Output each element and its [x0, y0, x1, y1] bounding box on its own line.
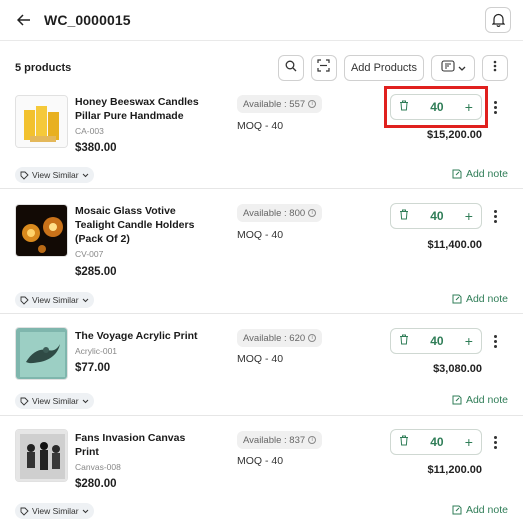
- line-total: $11,200.00: [427, 464, 482, 476]
- product-image[interactable]: [15, 95, 68, 148]
- availability-badge: Available : 620 i: [237, 329, 323, 347]
- page-title: WC_0000015: [44, 12, 131, 28]
- more-options-button[interactable]: [482, 55, 508, 81]
- scan-button[interactable]: [310, 55, 337, 81]
- product-image[interactable]: [15, 204, 68, 257]
- info-icon[interactable]: i: [308, 436, 317, 444]
- list-toolbar: 5 products Add Products: [0, 47, 523, 89]
- product-row: Fans Invasion Canvas Print Canvas-008 $28…: [0, 417, 523, 524]
- product-price: $285.00: [75, 266, 117, 278]
- product-count: 5 products: [15, 62, 72, 74]
- add-products-button[interactable]: Add Products: [343, 55, 424, 81]
- moq-label: MOQ - 40: [237, 229, 284, 241]
- view-similar-button[interactable]: View Similar: [15, 292, 94, 308]
- tag-icon: [20, 296, 29, 305]
- row-more-icon[interactable]: [490, 335, 500, 348]
- trash-icon[interactable]: [399, 433, 409, 451]
- top-bar: WC_0000015: [0, 0, 523, 41]
- chevron-down-icon: [458, 59, 466, 77]
- quantity-stepper[interactable]: 40 +: [390, 94, 482, 120]
- note-icon: [452, 505, 462, 515]
- add-note-button[interactable]: Add note: [452, 504, 508, 516]
- notification-bell-icon[interactable]: [485, 7, 511, 33]
- quantity-value[interactable]: 40: [430, 334, 443, 348]
- chevron-down-icon: [82, 173, 89, 178]
- info-icon[interactable]: i: [308, 209, 317, 217]
- product-name[interactable]: Mosaic Glass Votive Tealight Candle Holde…: [75, 204, 225, 246]
- quantity-stepper[interactable]: 40 +: [390, 328, 482, 354]
- product-sku: Canvas-008: [75, 462, 121, 472]
- chevron-down-icon: [82, 298, 89, 303]
- product-price: $77.00: [75, 362, 111, 374]
- product-row: Honey Beeswax Candles Pillar Pure Handmad…: [0, 89, 523, 189]
- info-icon[interactable]: i: [308, 100, 317, 108]
- tag-icon: [20, 171, 29, 180]
- product-sku: CA-003: [75, 126, 104, 136]
- add-note-button[interactable]: Add note: [452, 293, 508, 305]
- row-more-icon[interactable]: [490, 436, 500, 449]
- note-icon: [452, 294, 462, 304]
- tag-icon: [20, 507, 29, 516]
- product-sku: CV-007: [75, 249, 104, 259]
- line-total: $11,400.00: [427, 239, 482, 251]
- kebab-icon: [493, 59, 497, 77]
- product-price: $280.00: [75, 478, 117, 490]
- line-total: $3,080.00: [433, 363, 482, 375]
- quantity-value[interactable]: 40: [430, 209, 443, 223]
- back-arrow-icon[interactable]: [14, 10, 34, 30]
- search-icon: [285, 59, 297, 77]
- view-similar-button[interactable]: View Similar: [15, 167, 94, 183]
- row-more-icon[interactable]: [490, 210, 500, 223]
- product-image[interactable]: [15, 429, 68, 482]
- trash-icon[interactable]: [399, 207, 409, 225]
- product-image[interactable]: [15, 327, 68, 380]
- product-price: $380.00: [75, 142, 117, 154]
- availability-badge: Available : 800 i: [237, 204, 323, 222]
- note-icon: [452, 169, 462, 179]
- moq-label: MOQ - 40: [237, 120, 284, 132]
- tag-icon: [20, 397, 29, 406]
- scan-icon: [317, 59, 331, 77]
- trash-icon[interactable]: [399, 332, 409, 350]
- product-name[interactable]: The Voyage Acrylic Print: [75, 329, 225, 343]
- quantity-value[interactable]: 40: [430, 435, 443, 449]
- plus-icon[interactable]: +: [465, 334, 473, 348]
- product-name[interactable]: Honey Beeswax Candles Pillar Pure Handmad…: [75, 95, 225, 123]
- plus-icon[interactable]: +: [465, 435, 473, 449]
- quantity-stepper[interactable]: 40 +: [390, 429, 482, 455]
- sort-icon: [440, 59, 455, 77]
- sort-dropdown[interactable]: [431, 55, 475, 81]
- chevron-down-icon: [82, 399, 89, 404]
- line-total: $15,200.00: [426, 129, 482, 141]
- quantity-value[interactable]: 40: [430, 100, 443, 114]
- row-more-icon[interactable]: [490, 101, 500, 114]
- moq-label: MOQ - 40: [237, 353, 284, 365]
- search-button[interactable]: [277, 55, 304, 81]
- add-note-button[interactable]: Add note: [452, 394, 508, 406]
- plus-icon[interactable]: +: [465, 100, 473, 114]
- availability-badge: Available : 837 i: [237, 431, 323, 449]
- moq-label: MOQ - 40: [237, 455, 284, 467]
- product-name[interactable]: Fans Invasion Canvas Print: [75, 431, 225, 459]
- view-similar-button[interactable]: View Similar: [15, 393, 94, 409]
- product-row: The Voyage Acrylic Print Acrylic-001 $77…: [0, 315, 523, 416]
- note-icon: [452, 395, 462, 405]
- trash-icon[interactable]: [399, 98, 409, 116]
- add-note-button[interactable]: Add note: [452, 168, 508, 180]
- view-similar-button[interactable]: View Similar: [15, 503, 94, 519]
- product-sku: Acrylic-001: [75, 346, 118, 356]
- plus-icon[interactable]: +: [465, 209, 473, 223]
- availability-badge: Available : 557 i: [237, 95, 323, 113]
- chevron-down-icon: [82, 509, 89, 514]
- product-row: Mosaic Glass Votive Tealight Candle Holde…: [0, 190, 523, 314]
- quantity-stepper[interactable]: 40 +: [390, 203, 482, 229]
- info-icon[interactable]: i: [308, 334, 317, 342]
